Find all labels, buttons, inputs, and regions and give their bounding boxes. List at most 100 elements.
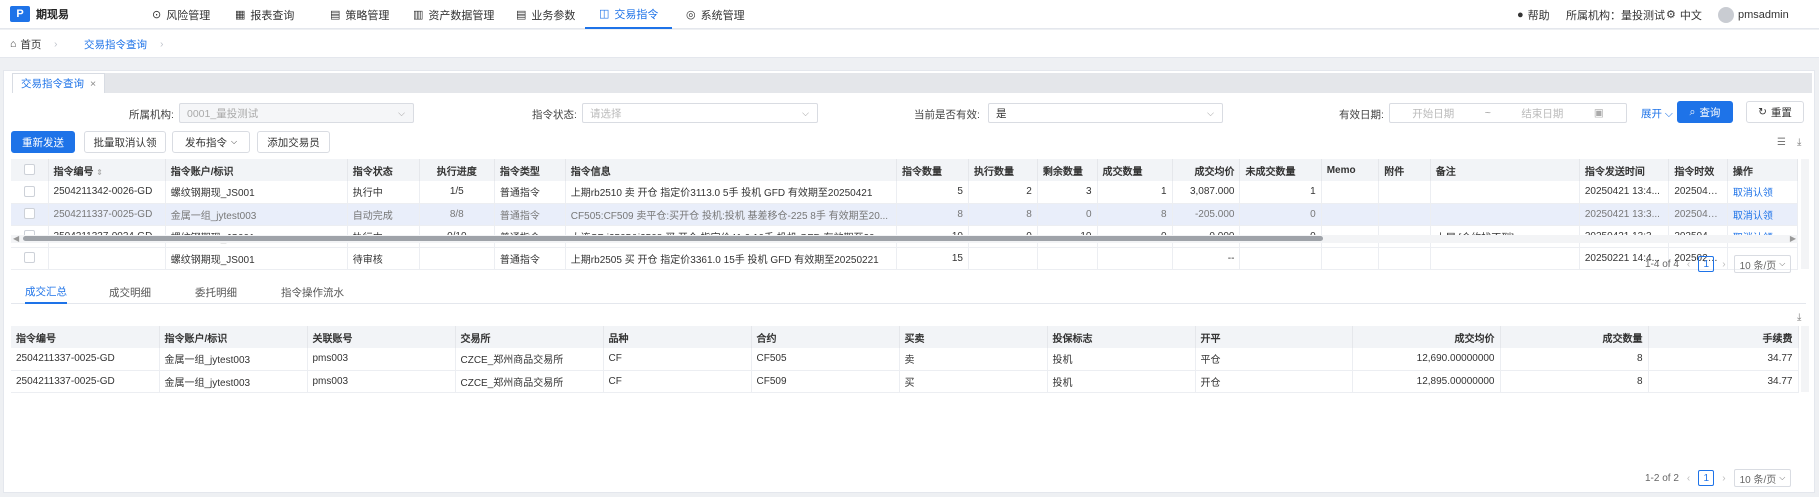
- cell: 0: [1239, 203, 1322, 226]
- cell: 3,087.000: [1172, 181, 1241, 204]
- date-separator: ~: [1484, 107, 1491, 119]
- column-header: 指令数量: [896, 159, 969, 181]
- column-header: 指令编号: [11, 326, 160, 348]
- valid-select-value: 是: [996, 107, 1007, 120]
- cell: 开仓: [1195, 370, 1353, 393]
- cell: 待审核: [347, 247, 420, 270]
- row-checkbox[interactable]: [11, 181, 49, 204]
- cell: 0: [1037, 203, 1098, 226]
- column-header: 开平: [1195, 326, 1353, 348]
- nav-label: 风险管理: [166, 9, 211, 22]
- publish-instruction-button[interactable]: 发布指令 ⌵: [172, 131, 250, 153]
- column-header: 买卖: [899, 326, 1048, 348]
- instruction-table: 指令编号 ⇕ 指令账户/标识 指令状态 执行进度 指令类型 指令信息 指令数量 …: [11, 159, 1799, 270]
- cell: 3: [1037, 181, 1098, 204]
- user-menu[interactable]: pmsadmin: [1718, 0, 1789, 29]
- tab-order-detail[interactable]: 委托明细: [195, 280, 237, 304]
- table-row[interactable]: 2504211337-0025-GD 金属一组_jytest003 pms003…: [11, 370, 1799, 393]
- column-header: 手续费: [1648, 326, 1799, 348]
- order-icon: ◫: [599, 8, 610, 20]
- add-trader-button[interactable]: 添加交易员: [257, 131, 330, 153]
- cell: pms003: [307, 370, 456, 393]
- select-all-checkbox[interactable]: [11, 159, 49, 181]
- nav-strategy-management[interactable]: ▤ 策略管理: [330, 0, 389, 29]
- query-button[interactable]: ⌕ 查询: [1677, 101, 1733, 123]
- table-row[interactable]: 2504211342-0026-GD 螺纹钢期现_JS001 执行中 1/5 普…: [11, 181, 1799, 204]
- column-header: 指令账户/标识: [159, 326, 308, 348]
- nav-report-query[interactable]: ▦ 报表查询: [235, 0, 294, 29]
- breadcrumb-home[interactable]: ⌂ 首页: [10, 30, 41, 58]
- reset-button[interactable]: ↻ 重置: [1746, 101, 1804, 123]
- scrollbar-thumb[interactable]: [23, 236, 1323, 241]
- cancel-claim-link[interactable]: 取消认领: [1727, 181, 1799, 204]
- column-header: Memo: [1321, 159, 1380, 181]
- tab-trade-instruction-query[interactable]: 交易指令查询 ×: [12, 73, 106, 93]
- page-number[interactable]: 1: [1698, 256, 1715, 272]
- scroll-right-icon[interactable]: ▶: [1790, 234, 1796, 243]
- expand-toggle[interactable]: 展开 ⌵: [1641, 106, 1673, 121]
- nav-risk-management[interactable]: ⊙ 风险管理: [152, 0, 210, 29]
- table-row[interactable]: 2504211337-0025-GD 金属一组_jytest003 自动完成 8…: [11, 203, 1799, 226]
- cell: [1378, 203, 1431, 226]
- download-icon[interactable]: ⤓: [1797, 312, 1801, 323]
- page-size-select[interactable]: 10 条/页 ⌵: [1733, 469, 1792, 487]
- horizontal-scrollbar[interactable]: ◀ ▶: [11, 234, 1798, 243]
- list-icon: ▤: [516, 9, 527, 21]
- sort-icon[interactable]: ⇕: [96, 168, 103, 177]
- page-size-value: 10 条/页: [1739, 260, 1777, 272]
- close-icon[interactable]: ×: [90, 78, 96, 90]
- org-label: 所属机构：量投测试: [1566, 9, 1665, 22]
- prev-page-icon[interactable]: ‹: [1687, 473, 1690, 484]
- status-select[interactable]: 请选择 ⌵: [582, 103, 818, 123]
- nav-business-params[interactable]: ▤ 业务参数: [516, 0, 575, 29]
- publish-label: 发布指令: [184, 136, 227, 149]
- prev-page-icon[interactable]: ‹: [1687, 259, 1690, 270]
- valid-select[interactable]: 是 ⌵: [988, 103, 1223, 123]
- table-row[interactable]: 2504211337-0025-GD 金属一组_jytest003 pms003…: [11, 348, 1799, 371]
- batch-cancel-button[interactable]: 批量取消认领: [84, 131, 166, 153]
- cell: 8/8: [419, 203, 495, 226]
- column-header: 投保标志: [1047, 326, 1196, 348]
- breadcrumb-home-label: 首页: [20, 38, 42, 51]
- chevron-down-icon: ⌵: [1779, 259, 1786, 268]
- help-label: 帮助: [1527, 9, 1550, 22]
- nav-asset-data-management[interactable]: ▥ 资产数据管理: [413, 0, 494, 29]
- breadcrumb-separator: ›: [160, 38, 164, 50]
- column-header[interactable]: 指令编号 ⇕: [48, 159, 166, 181]
- date-range-picker[interactable]: 开始日期 ~ 结束日期 ▣: [1389, 103, 1627, 123]
- next-page-icon[interactable]: ›: [1722, 473, 1725, 484]
- logo-mark: P: [10, 6, 30, 22]
- cancel-claim-link[interactable]: 取消认领: [1727, 203, 1799, 226]
- nav-system-management[interactable]: ◎ 系统管理: [686, 0, 745, 29]
- page-size-select[interactable]: 10 条/页 ⌵: [1733, 255, 1792, 273]
- vertical-scrollbar[interactable]: [1801, 326, 1809, 392]
- cell: 2504211337-0025-GD: [11, 370, 160, 393]
- trade-summary-table: 指令编号 指令账户/标识 关联账号 交易所 品种 合约 买卖 投保标志 开平 成…: [11, 326, 1799, 393]
- tab-trade-detail[interactable]: 成交明细: [109, 280, 151, 304]
- row-checkbox[interactable]: [11, 247, 49, 270]
- tab-instruction-log[interactable]: 指令操作流水: [281, 280, 344, 304]
- nav-trade-instructions[interactable]: ◫ 交易指令: [585, 0, 673, 29]
- column-settings-icon[interactable]: ☰: [1777, 137, 1786, 148]
- page-number[interactable]: 1: [1698, 470, 1715, 486]
- org-select[interactable]: 0001_量投测试 ⌵: [179, 103, 414, 123]
- vertical-scrollbar[interactable]: [1801, 159, 1809, 269]
- info-icon: ●: [1517, 8, 1524, 21]
- scroll-left-icon[interactable]: ◀: [13, 234, 19, 243]
- cell: CF509: [751, 370, 900, 393]
- download-icon[interactable]: ⤓: [1797, 137, 1801, 148]
- cell: CZCE_郑州商品交易所: [455, 348, 604, 371]
- cell: --: [1172, 247, 1241, 270]
- page-size-value: 10 条/页: [1739, 474, 1777, 486]
- column-header: 品种: [603, 326, 752, 348]
- resend-button[interactable]: 重新发送: [11, 131, 75, 153]
- app-logo[interactable]: P 期现易: [10, 6, 69, 22]
- row-checkbox[interactable]: [11, 203, 49, 226]
- table-row[interactable]: 螺纹钢期现_JS001 待审核 普通指令 上期rb2505 买 开仓 指定价33…: [11, 247, 1799, 270]
- breadcrumb-current[interactable]: 交易指令查询: [84, 30, 147, 58]
- cell: 卖: [899, 348, 1048, 371]
- language-switch[interactable]: ⚙ 中文: [1666, 0, 1702, 29]
- help-link[interactable]: ● 帮助: [1517, 0, 1550, 29]
- next-page-icon[interactable]: ›: [1722, 259, 1725, 270]
- tab-trade-summary[interactable]: 成交汇总: [25, 280, 67, 304]
